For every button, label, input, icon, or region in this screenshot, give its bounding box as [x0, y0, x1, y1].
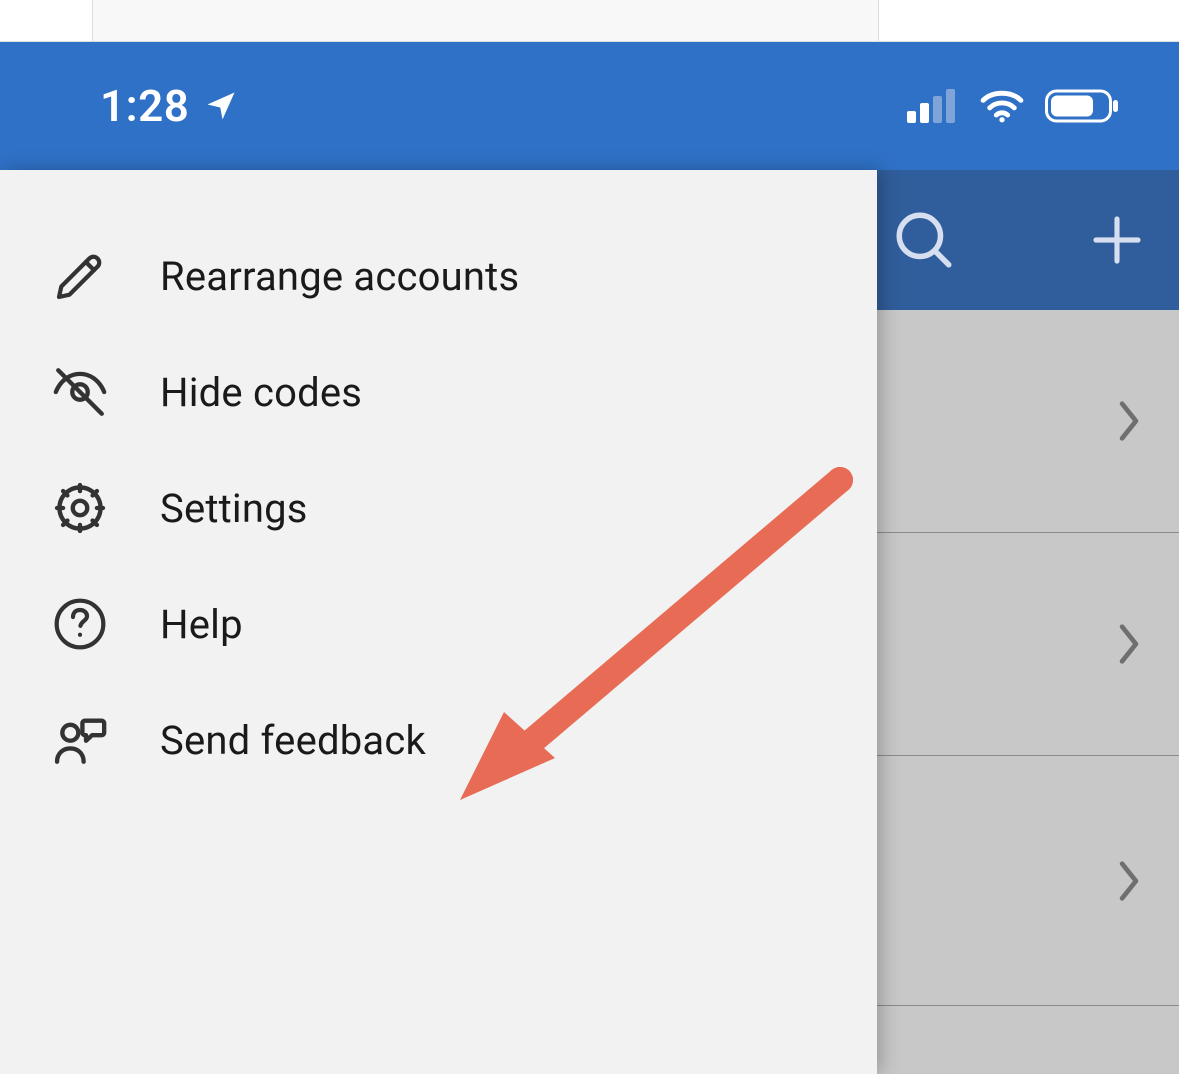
menu-item-label: Help [160, 601, 243, 648]
gear-icon [50, 478, 110, 538]
location-arrow-icon [203, 88, 239, 124]
eye-off-icon [50, 362, 110, 422]
question-circle-icon [50, 594, 110, 654]
window-top-gap [0, 0, 1179, 42]
status-bar-right [907, 88, 1121, 124]
chevron-right-icon [1115, 399, 1143, 443]
menu-item-settings[interactable]: Settings [0, 450, 877, 566]
side-menu: Rearrange accounts Hide codes [0, 170, 877, 1074]
main-area: Rearrange accounts Hide codes [0, 170, 1179, 1074]
menu-item-label: Settings [160, 485, 308, 532]
search-icon[interactable] [891, 207, 957, 273]
menu-item-label: Send feedback [160, 717, 426, 764]
status-time: 1:28 [100, 80, 189, 132]
background-header [877, 170, 1179, 310]
background-list [877, 310, 1179, 1074]
menu-item-label: Rearrange accounts [160, 253, 519, 300]
menu-item-rearrange-accounts[interactable]: Rearrange accounts [0, 218, 877, 334]
chevron-right-icon [1115, 622, 1143, 666]
feedback-icon [50, 710, 110, 770]
wifi-icon [979, 89, 1025, 123]
menu-item-help[interactable]: Help [0, 566, 877, 682]
list-row[interactable] [877, 533, 1179, 756]
battery-icon [1045, 88, 1121, 124]
background-list-pane [877, 170, 1179, 1074]
add-icon[interactable] [1089, 212, 1145, 268]
menu-item-hide-codes[interactable]: Hide codes [0, 334, 877, 450]
window-top-gap-inner [92, 0, 879, 41]
list-row[interactable] [877, 756, 1179, 1006]
list-row[interactable] [877, 310, 1179, 533]
cellular-signal-icon [907, 89, 959, 123]
menu-item-send-feedback[interactable]: Send feedback [0, 682, 877, 798]
status-bar-left: 1:28 [100, 80, 239, 132]
pencil-icon [50, 246, 110, 306]
menu-item-label: Hide codes [160, 369, 362, 416]
status-bar: 1:28 [0, 42, 1179, 170]
chevron-right-icon [1115, 859, 1143, 903]
